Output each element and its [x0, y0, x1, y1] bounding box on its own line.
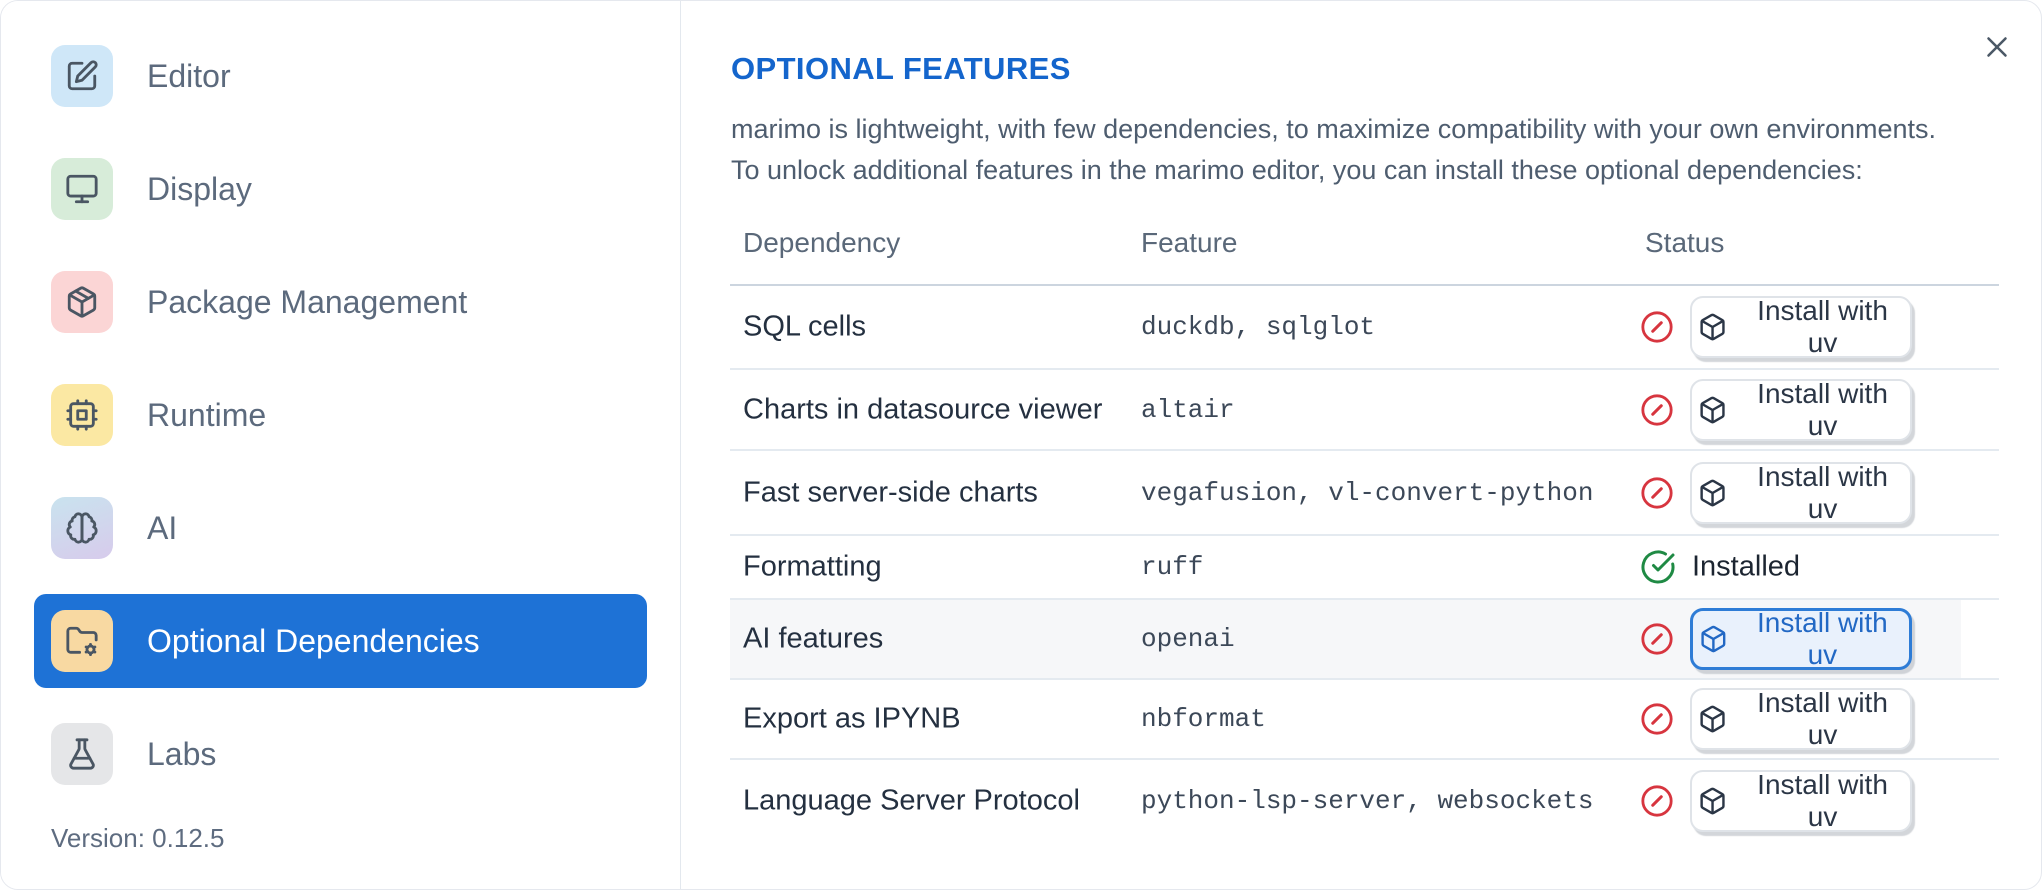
- flask-icon: [51, 723, 113, 785]
- panel-description: marimo is lightweight, with few dependen…: [731, 109, 1936, 191]
- feature-cell: duckdb, sqlglot: [1141, 312, 1376, 342]
- dependency-cell: Charts in datasource viewer: [743, 393, 1103, 425]
- dependency-cell: Fast server-side charts: [743, 476, 1038, 508]
- panel-title: OPTIONAL FEATURES: [731, 51, 1071, 86]
- sidebar-item-display[interactable]: Display: [34, 142, 647, 236]
- dependencies-table: Dependency Feature Status SQL cells duckd…: [730, 201, 1999, 842]
- table-row: AI features openai Install with uv: [730, 600, 1999, 680]
- feature-cell: ruff: [1141, 552, 1204, 582]
- table-row: Export as IPYNB nbformat Install with uv: [730, 680, 1999, 760]
- install-with-uv-button[interactable]: Install with uv: [1690, 687, 1912, 750]
- settings-sidebar: Editor Display Package Management Runtime AI…: [1, 1, 681, 889]
- square-pen-icon: [51, 45, 113, 107]
- install-button-label: Install with uv: [1757, 460, 1888, 524]
- panel-description-line: marimo is lightweight, with few dependen…: [731, 114, 1937, 144]
- box-icon: [1700, 705, 1725, 733]
- circle-x-icon: [1640, 393, 1674, 427]
- install-button-label: Install with uv: [1757, 607, 1888, 670]
- install-with-uv-button[interactable]: Install with uv: [1690, 377, 1912, 441]
- install-button-label: Install with uv: [1757, 377, 1888, 441]
- settings-dialog: Editor Display Package Management Runtime AI…: [0, 0, 2042, 890]
- table-row: Charts in datasource viewer altair Install…: [730, 370, 1999, 451]
- sidebar-item-optional-dependencies[interactable]: Optional Dependencies: [34, 594, 647, 688]
- box-icon: [1700, 479, 1725, 506]
- dependency-cell: Language Server Protocol: [743, 784, 1080, 817]
- cpu-icon: [51, 384, 113, 446]
- dependency-cell: SQL cells: [743, 310, 867, 343]
- monitor-icon: [51, 158, 113, 220]
- dependency-cell: AI features: [743, 622, 884, 655]
- panel-description-line: To unlock additional features in the mar…: [731, 155, 1863, 185]
- feature-cell: nbformat: [1141, 704, 1266, 734]
- box-icon: [1700, 313, 1725, 341]
- install-with-uv-button[interactable]: Install with uv: [1690, 607, 1912, 670]
- feature-cell: altair: [1141, 394, 1235, 425]
- version-label: Version: 0.12.5: [51, 823, 225, 853]
- sidebar-item-runtime[interactable]: Runtime: [34, 368, 647, 462]
- circle-check-icon: [1640, 549, 1676, 585]
- box-icon: [1701, 625, 1726, 653]
- circle-x-icon: [1640, 702, 1674, 736]
- sidebar-item-ai[interactable]: AI: [34, 481, 647, 575]
- column-header-status: Status: [1645, 226, 1725, 258]
- x-icon: [1987, 37, 2007, 57]
- sidebar-item-package-management[interactable]: Package Management: [34, 255, 647, 349]
- table-row: Language Server Protocol python-lsp-serve…: [730, 760, 1999, 842]
- install-button-label: Install with uv: [1757, 769, 1888, 832]
- table-row: SQL cells duckdb, sqlglot Install with uv: [730, 286, 1999, 370]
- feature-cell: vegafusion, vl-convert-python: [1141, 477, 1594, 508]
- install-button-label: Install with uv: [1757, 687, 1888, 750]
- sidebar-item-label: Labs: [147, 735, 217, 772]
- sidebar-item-labs[interactable]: Labs: [34, 707, 647, 801]
- brain-icon: [51, 497, 113, 559]
- table-header: Dependency Feature Status: [730, 201, 1999, 286]
- close-button[interactable]: [1977, 27, 2017, 67]
- feature-cell: python-lsp-server, websockets: [1141, 786, 1594, 816]
- install-with-uv-button[interactable]: Install with uv: [1690, 769, 1912, 832]
- sidebar-item-label: Runtime: [147, 396, 267, 433]
- sidebar-item-editor[interactable]: Editor: [34, 29, 647, 123]
- circle-x-icon: [1640, 310, 1674, 344]
- install-with-uv-button[interactable]: Install with uv: [1690, 295, 1912, 358]
- table-row: Fast server-side charts vegafusion, vl-co…: [730, 451, 1999, 536]
- folder-cog-icon: [51, 610, 113, 672]
- column-header-dependency: Dependency: [743, 226, 901, 258]
- sidebar-item-label: AI: [147, 509, 178, 546]
- circle-x-icon: [1640, 784, 1674, 818]
- sidebar-item-label: Editor: [147, 57, 231, 94]
- sidebar-item-label: Display: [147, 170, 252, 207]
- circle-x-icon: [1640, 476, 1674, 510]
- dependency-cell: Formatting: [743, 550, 882, 583]
- install-button-label: Install with uv: [1757, 295, 1888, 358]
- dependency-cell: Export as IPYNB: [743, 702, 961, 735]
- installed-status-label: Installed: [1692, 550, 1801, 583]
- box-icon: [1700, 787, 1725, 815]
- feature-cell: openai: [1141, 624, 1235, 654]
- circle-x-icon: [1640, 622, 1674, 656]
- box-icon: [1700, 396, 1725, 423]
- package-icon: [51, 271, 113, 333]
- sidebar-item-label: Optional Dependencies: [147, 622, 480, 659]
- table-row: Formatting ruff Installed: [730, 536, 1999, 600]
- sidebar-item-label: Package Management: [147, 283, 468, 320]
- column-header-feature: Feature: [1141, 226, 1238, 258]
- install-with-uv-button[interactable]: Install with uv: [1690, 460, 1912, 524]
